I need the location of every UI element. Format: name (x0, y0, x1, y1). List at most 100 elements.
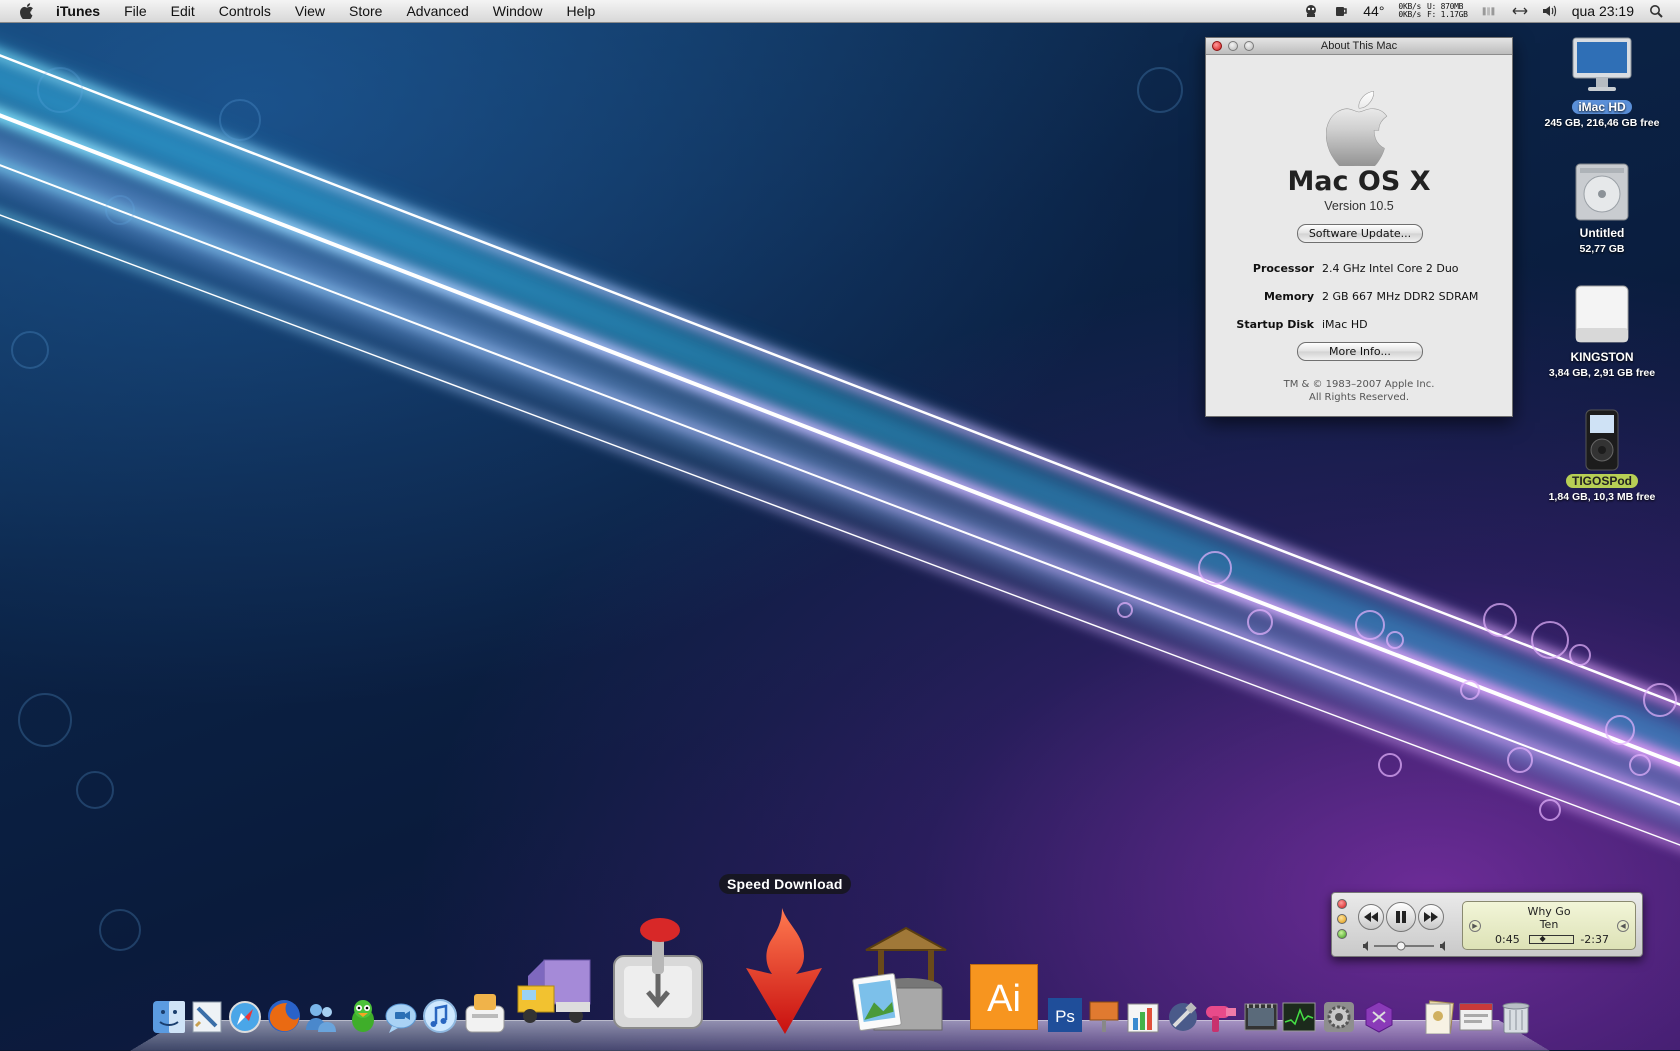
menu-file[interactable]: File (112, 0, 159, 22)
itunes-icon[interactable] (422, 998, 458, 1034)
system-preferences-icon[interactable] (1322, 1000, 1356, 1034)
toaster-icon[interactable] (462, 990, 508, 1034)
textmate-icon[interactable] (1362, 1000, 1396, 1034)
desktop-icon-info: 1,84 GB, 10,3 MB free (1548, 491, 1656, 503)
desktop-icon-untitled[interactable]: Untitled 52,77 GB (1537, 160, 1667, 255)
adium-status-icon[interactable] (1303, 3, 1319, 19)
documents-stack-icon[interactable] (1422, 1000, 1456, 1034)
ichat-buddies-icon[interactable] (304, 1000, 338, 1034)
memory-label: Memory (1263, 290, 1314, 303)
menu-store[interactable]: Store (337, 0, 394, 22)
activity-monitor-icon[interactable] (1282, 1002, 1316, 1032)
numbers-icon[interactable] (1126, 1000, 1160, 1034)
mem-free: 1.17GB (1440, 10, 1468, 19)
coffee-icon[interactable] (1333, 3, 1349, 19)
volume-low-icon (1363, 941, 1368, 951)
startup-disk-value: iMac HD (1322, 318, 1368, 331)
os-version: Version 10.5 (1324, 199, 1394, 213)
rewind-icon (1364, 912, 1378, 922)
desktop-icon-label: TIGOSPod (1566, 474, 1638, 488)
photoshop-icon-text: Ps (1055, 1007, 1075, 1026)
progress-knob-icon: ◆ (1539, 934, 1546, 943)
window-titlebar[interactable]: About This Mac (1206, 38, 1512, 55)
copyright-notice: TM & © 1983–2007 Apple Inc. All Rights R… (1206, 378, 1512, 404)
xcode-icon[interactable] (1166, 1000, 1200, 1034)
keynote-icon[interactable] (1088, 1000, 1120, 1034)
desktop-icon-label: KINGSTON (1570, 350, 1634, 364)
processor-value: 2.4 GHz Intel Core 2 Duo (1322, 262, 1459, 275)
finder-icon[interactable] (152, 1000, 186, 1034)
fast-forward-icon (1424, 912, 1438, 922)
menu-edit[interactable]: Edit (159, 0, 207, 22)
apple-logo-icon (1325, 90, 1392, 171)
window-title: About This Mac (1320, 40, 1398, 52)
software-update-button[interactable]: Software Update... (1297, 224, 1423, 243)
desktop-icon-tigospod[interactable]: TIGOSPod 1,84 GB, 10,3 MB free (1537, 408, 1667, 503)
player-lcd-display: ▶ ◀ Why Go Ten 0:45 ◆ -2:37 (1462, 901, 1636, 950)
network-monitor[interactable]: 0KB/s 0KB/s U: 870MB F: 1.17GB (1398, 3, 1468, 19)
menu-app-name[interactable]: iTunes (52, 0, 112, 22)
pause-icon (1396, 911, 1406, 923)
menu-controls[interactable]: Controls (207, 0, 283, 22)
transmit-icon[interactable] (516, 952, 596, 1028)
volume-icon[interactable] (1542, 3, 1558, 19)
hair-dryer-icon[interactable] (1204, 1000, 1238, 1034)
menu-help[interactable]: Help (555, 0, 608, 22)
menu-advanced[interactable]: Advanced (394, 0, 480, 22)
speed-download-icon[interactable] (742, 906, 828, 1036)
minimize-window-button[interactable] (1228, 41, 1238, 51)
minimize-player-button[interactable] (1337, 914, 1347, 924)
mail-icon[interactable] (190, 1000, 224, 1034)
cpu-meter-icon[interactable] (1482, 3, 1498, 19)
previous-track-button[interactable] (1358, 904, 1384, 930)
desktop-icon-imac-hd[interactable]: iMac HD 245 GB, 216,46 GB free (1537, 34, 1667, 129)
imac-icon (1570, 34, 1634, 98)
next-track-button[interactable] (1418, 904, 1444, 930)
transmission-icon[interactable] (608, 916, 708, 1032)
network-sync-icon[interactable] (1512, 3, 1528, 19)
desktop-icon-info: 3,84 GB, 2,91 GB free (1548, 367, 1656, 379)
close-player-button[interactable] (1337, 899, 1347, 909)
zoom-window-button[interactable] (1244, 41, 1254, 51)
close-window-button[interactable] (1212, 41, 1222, 51)
desktop-icon-kingston[interactable]: KINGSTON 3,84 GB, 2,91 GB free (1537, 284, 1667, 379)
usb-drive-icon (1570, 284, 1634, 348)
spotlight-icon[interactable] (1648, 3, 1664, 19)
track-progress-bar[interactable]: ◆ (1529, 935, 1574, 944)
photoshop-icon[interactable]: Ps (1048, 998, 1082, 1032)
play-pause-button[interactable] (1386, 902, 1416, 932)
copyright-line-2: All Rights Reserved. (1308, 392, 1410, 403)
adium-icon[interactable] (348, 998, 378, 1034)
illustrator-icon-text: Ai (987, 978, 1021, 1020)
itunes-mini-player: ▶ ◀ Why Go Ten 0:45 ◆ -2:37 (1331, 892, 1643, 957)
apple-menu-icon[interactable] (16, 0, 38, 22)
menubar-clock[interactable]: qua 23:19 (1572, 3, 1634, 19)
ichat-icon[interactable] (384, 1002, 418, 1034)
zoom-player-button[interactable] (1337, 929, 1347, 939)
menu-bar: iTunes File Edit Controls View Store Adv… (0, 0, 1680, 23)
image-well-icon[interactable] (852, 924, 956, 1036)
quicktime-icon[interactable] (1244, 1002, 1278, 1032)
net-up: 0KB/s (1398, 10, 1422, 19)
memory-value: 2 GB 667 MHz DDR2 SDRAM (1322, 290, 1479, 303)
mem-free-label: F: (1427, 10, 1437, 19)
more-info-button[interactable]: More Info... (1297, 342, 1423, 361)
trash-icon[interactable] (1500, 1000, 1532, 1034)
startup-disk-label: Startup Disk (1236, 318, 1314, 331)
illustrator-icon[interactable]: Ai (970, 964, 1038, 1030)
copyright-line-1: TM & © 1983–2007 Apple Inc. (1283, 379, 1435, 390)
desktop-icon-label: Untitled (1579, 226, 1625, 240)
hard-drive-icon (1570, 160, 1634, 224)
downloads-stack-icon[interactable] (1458, 1002, 1494, 1034)
about-this-mac-window: About This Mac Mac OS X Version 10.5 Sof… (1205, 37, 1513, 417)
firefox-icon[interactable] (266, 998, 302, 1034)
menu-window[interactable]: Window (481, 0, 555, 22)
desktop-icon-info: 52,77 GB (1579, 243, 1625, 255)
track-title: Why Go (1527, 905, 1571, 918)
temperature-readout[interactable]: 44° (1363, 3, 1384, 19)
track-album: Ten (1539, 918, 1559, 931)
menu-view[interactable]: View (283, 0, 337, 22)
volume-slider[interactable] (1362, 939, 1452, 951)
safari-icon[interactable] (228, 1000, 262, 1034)
volume-high-icon (1440, 941, 1445, 951)
